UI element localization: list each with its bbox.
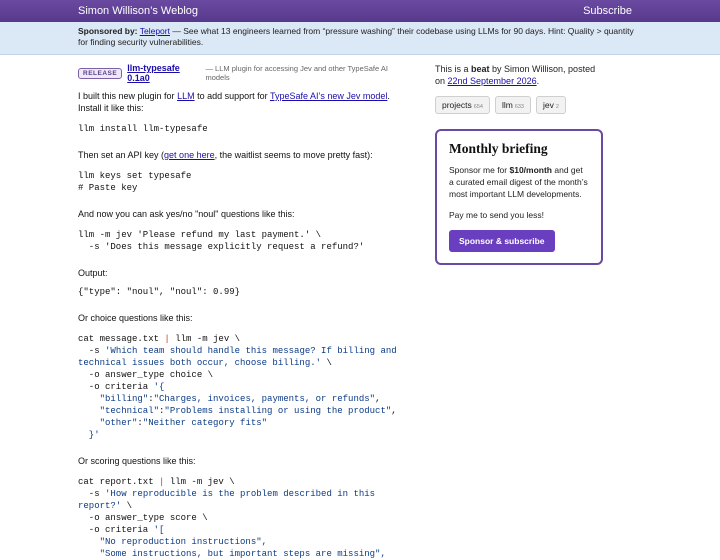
beat-info: This is a beat by Simon Willison, posted… — [435, 63, 603, 87]
sponsor-subscribe-button[interactable]: Sponsor & subscribe — [449, 230, 555, 252]
release-subtitle: — LLM plugin for accessing Jev and other… — [205, 64, 388, 82]
code-line: -s 'Does this message explicitly request… — [78, 242, 365, 252]
yesno-paragraph: And now you can ask yes/no "noul" questi… — [78, 209, 295, 219]
code-line: llm -m jev 'Please refund my last paymen… — [78, 230, 322, 240]
scoring-paragraph: Or scoring questions like this: — [78, 456, 196, 466]
briefing-text-1: Sponsor me for — [449, 165, 510, 175]
entry-header: RELEASE llm-typesafe 0.1a0 — LLM plugin … — [78, 55, 408, 83]
intro-text-2: to add support for — [194, 91, 270, 101]
code-line: llm keys set typesafe — [78, 171, 192, 181]
briefing-title: Monthly briefing — [449, 141, 548, 156]
beat-bold: beat — [471, 64, 490, 74]
output-label: Output: — [78, 268, 108, 278]
get-key-link[interactable]: get one here — [164, 150, 215, 160]
code-line: # Paste key — [78, 183, 138, 193]
tag-list: projects 654 llm 633 jev 2 — [435, 96, 603, 114]
release-badge: RELEASE — [78, 67, 123, 79]
briefing-description: Sponsor me for $10/month and get a curat… — [449, 164, 589, 200]
tag-count: 654 — [473, 104, 483, 110]
llm-link[interactable]: LLM — [177, 91, 195, 101]
output-code: {"type": "noul", "noul": 0.99} — [78, 287, 241, 297]
scoring-code: cat report.txt | llm -m jev \ -s 'How re… — [78, 477, 386, 559]
beat-text-3: . — [536, 76, 540, 86]
apikey-paragraph: Then set an API key (get one here, the w… — [78, 149, 408, 161]
apikey-text-1: Then set an API key ( — [78, 150, 165, 160]
tag-label: llm — [501, 100, 513, 110]
site-header: Simon Willison’s Weblog Subscribe — [0, 0, 720, 22]
yesno-code: llm -m jev 'Please refund my last paymen… — [78, 229, 408, 253]
subscribe-link[interactable]: Subscribe — [583, 5, 632, 17]
beat-text-1: This is a — [435, 64, 472, 74]
tag-jev[interactable]: jev 2 — [536, 96, 566, 114]
tag-label: projects — [442, 100, 472, 110]
briefing-pay-text: Pay me to send you less! — [449, 210, 544, 220]
choice-paragraph: Or choice questions like this: — [78, 313, 193, 323]
intro-text-1: I built this new plugin for — [78, 91, 178, 101]
apikey-text-2: , the waitlist seems to move pretty fast… — [214, 150, 373, 160]
sponsor-banner: Sponsored by: Teleport — See what 13 eng… — [0, 22, 720, 55]
intro-paragraph: I built this new plugin for LLM to add s… — [78, 90, 408, 114]
briefing-price: $10/month — [509, 165, 552, 175]
tag-llm[interactable]: llm 633 — [494, 96, 531, 114]
keys-code: llm keys set typesafe # Paste key — [78, 170, 408, 194]
sponsor-prefix: Sponsored by: — [78, 26, 138, 36]
monthly-briefing-box: Monthly briefing Sponsor me for $10/mont… — [435, 129, 603, 265]
entry-main: RELEASE llm-typesafe 0.1a0 — LLM plugin … — [78, 55, 408, 560]
site-title[interactable]: Simon Willison’s Weblog — [78, 5, 198, 17]
tag-label: jev — [543, 100, 554, 110]
install-code: llm install llm-typesafe — [78, 124, 208, 134]
sidebar: This is a beat by Simon Willison, posted… — [435, 55, 603, 560]
choice-code: cat message.txt | llm -m jev \ -s 'Which… — [78, 334, 397, 440]
tag-projects[interactable]: projects 654 — [435, 96, 490, 114]
tag-count: 2 — [555, 104, 559, 110]
release-title-link[interactable]: llm-typesafe 0.1a0 — [127, 63, 202, 83]
tag-count: 633 — [514, 104, 524, 110]
jev-model-link[interactable]: TypeSafe AI’s new Jev model — [270, 91, 387, 101]
beat-date-link[interactable]: 22nd September 2026 — [448, 76, 537, 86]
sponsor-link[interactable]: Teleport — [140, 26, 170, 36]
